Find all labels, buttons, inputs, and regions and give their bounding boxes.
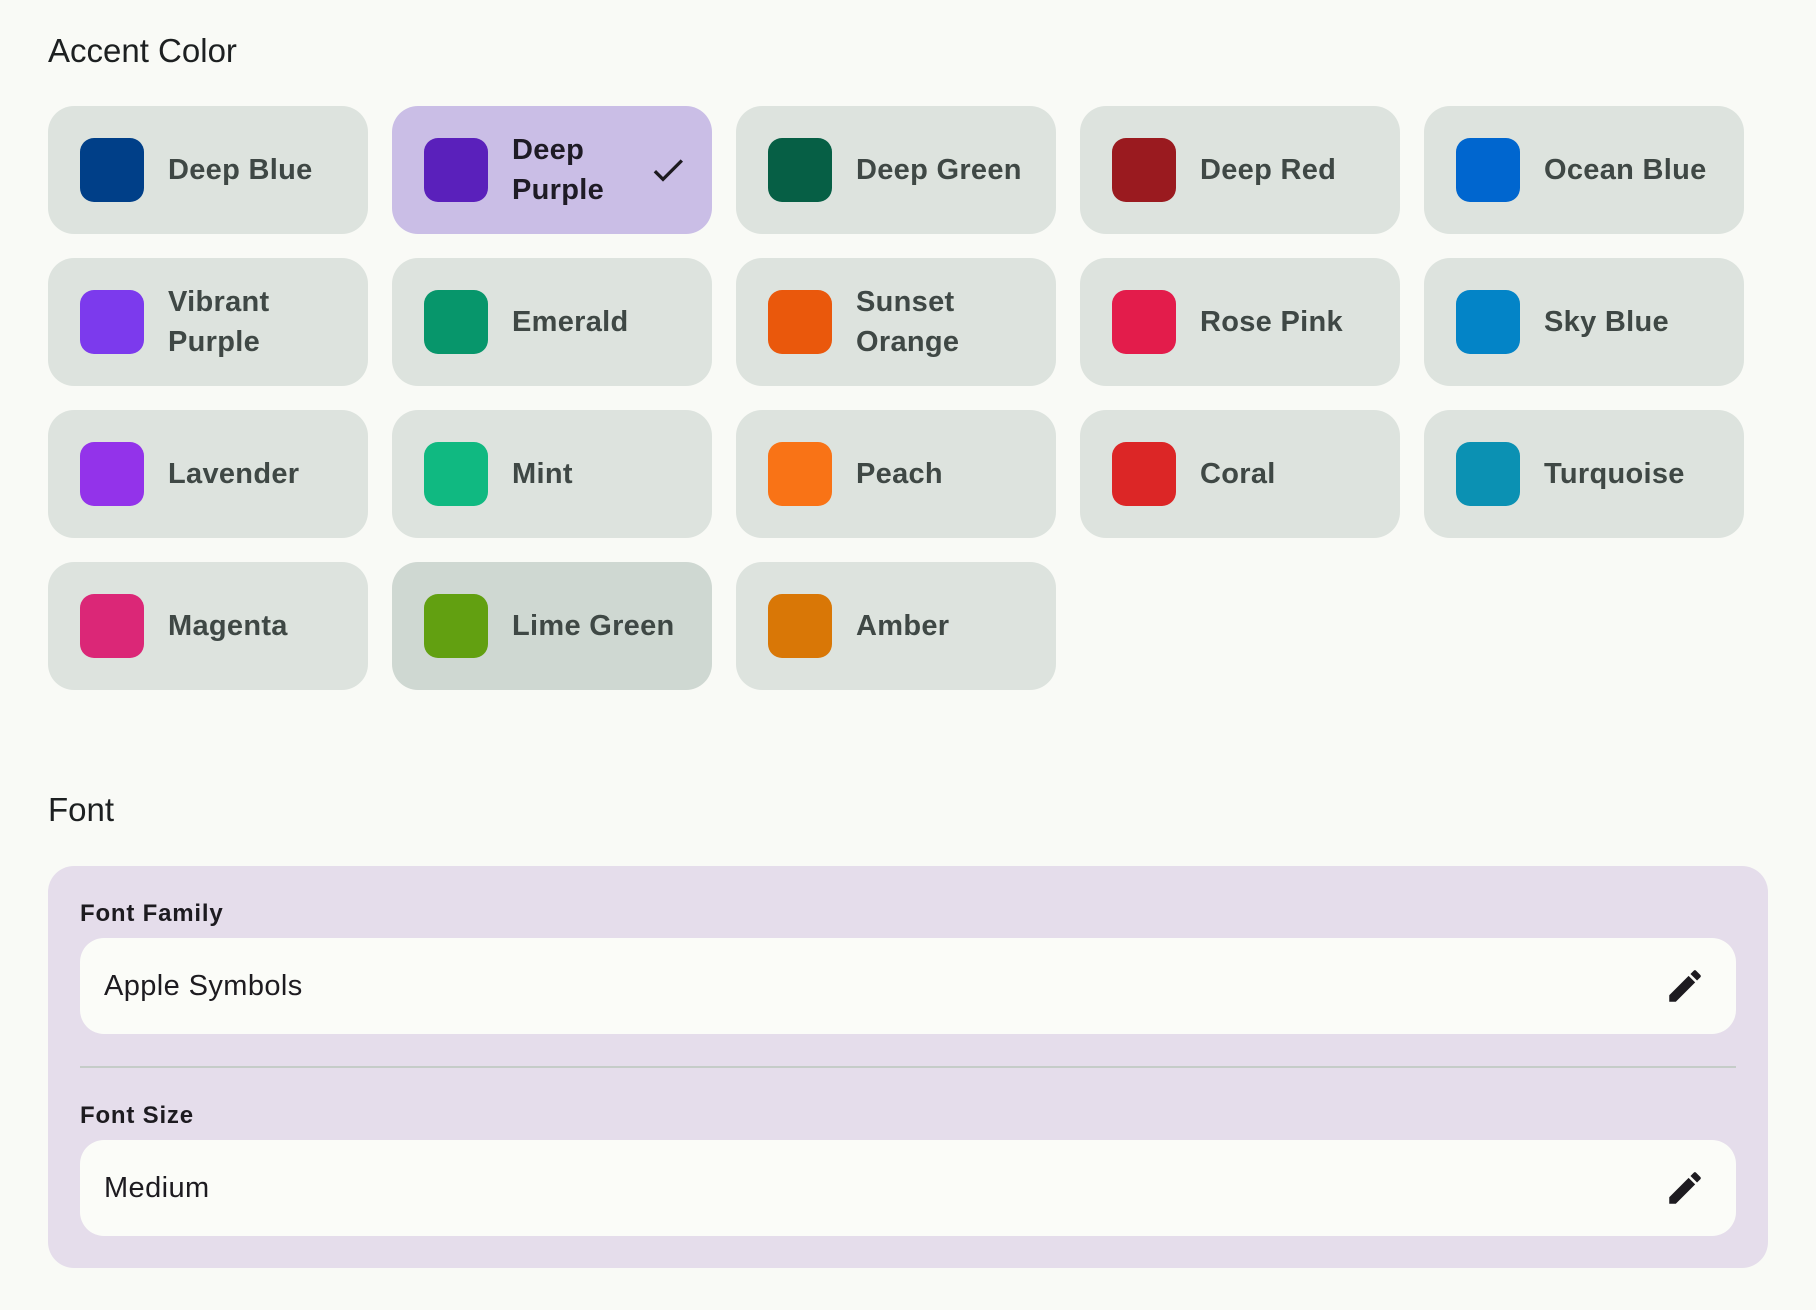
color-option-magenta[interactable]: Magenta <box>48 562 368 690</box>
color-option-lime-green[interactable]: Lime Green <box>392 562 712 690</box>
color-option-label: Lime Green <box>512 610 675 642</box>
color-option-rose-pink[interactable]: Rose Pink <box>1080 258 1400 386</box>
color-option-vibrant-purple[interactable]: Vibrant Purple <box>48 258 368 386</box>
color-option-label: Turquoise <box>1544 458 1685 490</box>
font-settings-panel: Font Family Apple Symbols Font Size Medi… <box>48 866 1768 1268</box>
color-option-label: Sky Blue <box>1544 306 1669 338</box>
color-chip <box>768 138 832 202</box>
color-option-peach[interactable]: Peach <box>736 410 1056 538</box>
color-chip <box>80 290 144 354</box>
color-option-label: Rose Pink <box>1200 306 1343 338</box>
color-option-label: Mint <box>512 458 573 490</box>
color-option-label: Vibrant Purple <box>168 286 270 358</box>
color-option-deep-purple[interactable]: Deep Purple <box>392 106 712 234</box>
color-chip <box>768 442 832 506</box>
color-chip <box>80 442 144 506</box>
color-option-sunset-orange[interactable]: Sunset Orange <box>736 258 1056 386</box>
color-chip <box>424 138 488 202</box>
color-option-lavender[interactable]: Lavender <box>48 410 368 538</box>
swatch-row: Magenta Lime Green Amber <box>48 562 1748 690</box>
color-chip <box>1112 138 1176 202</box>
font-family-field[interactable]: Apple Symbols <box>80 938 1736 1034</box>
color-option-label: Magenta <box>168 610 288 642</box>
font-family-label: Font Family <box>80 900 224 927</box>
color-option-deep-green[interactable]: Deep Green <box>736 106 1056 234</box>
color-option-label: Sunset Orange <box>856 286 960 358</box>
field-divider <box>80 1066 1736 1068</box>
color-option-label: Amber <box>856 610 950 642</box>
swatch-row: Deep Blue Deep Purple Deep Green Deep Red Oc… <box>48 106 1748 234</box>
color-chip <box>1456 290 1520 354</box>
edit-pencil-icon[interactable] <box>1664 965 1706 1007</box>
font-family-value: Apple Symbols <box>104 969 303 1002</box>
color-option-ocean-blue[interactable]: Ocean Blue <box>1424 106 1744 234</box>
color-chip <box>1112 290 1176 354</box>
accent-color-heading: Accent Color <box>48 32 237 69</box>
font-size-value: Medium <box>104 1171 210 1204</box>
color-chip <box>424 594 488 658</box>
color-option-label: Emerald <box>512 306 629 338</box>
font-size-field[interactable]: Medium <box>80 1140 1736 1236</box>
color-option-coral[interactable]: Coral <box>1080 410 1400 538</box>
swatch-row: Vibrant Purple Emerald Sunset Orange Rose P… <box>48 258 1748 386</box>
color-option-sky-blue[interactable]: Sky Blue <box>1424 258 1744 386</box>
color-option-mint[interactable]: Mint <box>392 410 712 538</box>
color-chip <box>1456 138 1520 202</box>
color-option-turquoise[interactable]: Turquoise <box>1424 410 1744 538</box>
font-size-label: Font Size <box>80 1102 194 1129</box>
color-chip <box>424 290 488 354</box>
color-chip <box>768 290 832 354</box>
color-chip <box>80 138 144 202</box>
color-chip <box>1112 442 1176 506</box>
font-heading: Font <box>48 791 115 828</box>
color-chip <box>768 594 832 658</box>
color-option-label: Deep Purple <box>512 134 605 206</box>
color-option-label: Ocean Blue <box>1544 154 1707 186</box>
color-option-label: Deep Red <box>1200 154 1337 186</box>
color-chip <box>80 594 144 658</box>
color-option-label: Deep Blue <box>168 154 313 186</box>
edit-pencil-icon[interactable] <box>1664 1167 1706 1209</box>
color-option-label: Lavender <box>168 458 300 490</box>
color-chip <box>424 442 488 506</box>
color-option-emerald[interactable]: Emerald <box>392 258 712 386</box>
color-option-label: Deep Green <box>856 154 1022 186</box>
accent-color-grid: Deep Blue Deep Purple Deep Green Deep Red Oc… <box>48 106 1748 714</box>
color-option-label: Peach <box>856 458 943 490</box>
color-chip <box>1456 442 1520 506</box>
color-option-deep-blue[interactable]: Deep Blue <box>48 106 368 234</box>
color-option-deep-red[interactable]: Deep Red <box>1080 106 1400 234</box>
color-option-label: Coral <box>1200 458 1276 490</box>
color-option-amber[interactable]: Amber <box>736 562 1056 690</box>
checkmark-icon <box>653 159 683 182</box>
swatch-row: Lavender Mint Peach Coral Turquoise <box>48 410 1748 538</box>
